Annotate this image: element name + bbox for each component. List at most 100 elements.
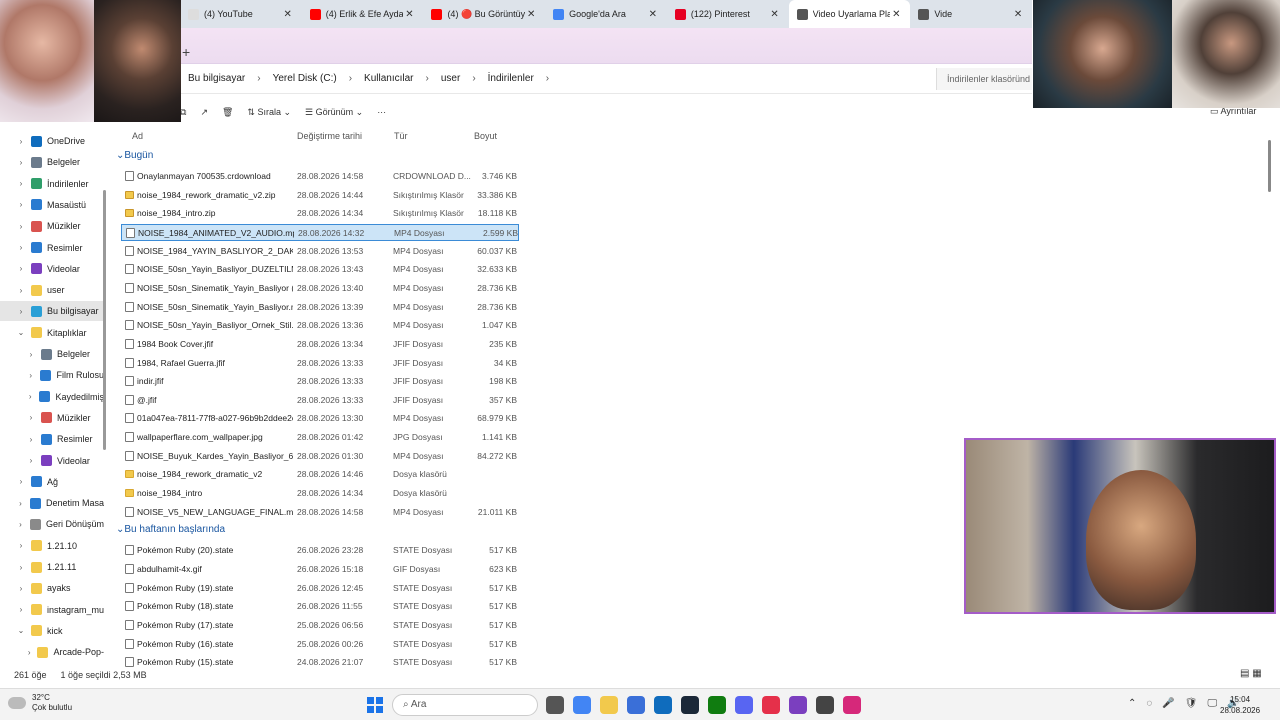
sidebar-item[interactable]: › Arcade-Pop-: [0, 642, 104, 662]
instagram-icon[interactable]: [843, 696, 861, 714]
sidebar-item[interactable]: › Resimler: [0, 429, 104, 449]
chevron-right-icon[interactable]: ›: [16, 307, 26, 316]
file-row[interactable]: Pokémon Ruby (19).state 26.08.2026 12:45 S…: [121, 580, 519, 597]
media-icon[interactable]: [762, 696, 780, 714]
sidebar-item[interactable]: › Videolar: [0, 451, 104, 471]
file-list-scrollbar[interactable]: [1268, 140, 1271, 192]
chevron-right-icon[interactable]: ›: [16, 200, 26, 209]
column-size[interactable]: Boyut: [474, 131, 497, 141]
file-explorer-icon[interactable]: [600, 696, 618, 714]
mail-icon[interactable]: [654, 696, 672, 714]
chevron-right-icon[interactable]: ›: [16, 541, 26, 550]
chevron-down-icon[interactable]: ⌄: [16, 626, 26, 635]
clock[interactable]: 15:04 28.08.2026: [1220, 694, 1260, 716]
sidebar-item[interactable]: › Denetim Masa: [0, 493, 104, 513]
file-row[interactable]: NOISE_50sn_Sinematik_Yayin_Basliyor (1).…: [121, 280, 519, 297]
file-row[interactable]: 1984 Book Cover.jfif 28.08.2026 13:34 JFIF…: [121, 336, 519, 353]
chrome-icon[interactable]: [573, 696, 591, 714]
breadcrumb-item[interactable]: Bu bilgisayar ›: [188, 73, 273, 84]
sidebar-item[interactable]: › Ağ: [0, 472, 104, 492]
start-button[interactable]: [367, 697, 383, 713]
close-icon[interactable]: ✕: [282, 9, 294, 20]
sidebar-item[interactable]: › Müzikler: [0, 408, 104, 428]
file-row[interactable]: NOISE_V5_NEW_LANGUAGE_FINAL.mp4 28.08.202…: [121, 504, 519, 521]
close-icon[interactable]: ✕: [525, 9, 537, 20]
chevron-right-icon[interactable]: ›: [16, 158, 26, 167]
discord-icon[interactable]: [735, 696, 753, 714]
close-icon[interactable]: ✕: [1012, 9, 1024, 20]
tray-icon[interactable]: 🛡: [1185, 698, 1198, 709]
sidebar-item[interactable]: › Film Rulosu: [0, 365, 104, 385]
tray-icon[interactable]: 🎤: [1162, 698, 1174, 709]
chevron-right-icon[interactable]: ›: [16, 520, 25, 529]
file-row[interactable]: Pokémon Ruby (16).state 25.08.2026 00:26 S…: [121, 636, 519, 653]
share-icon[interactable]: ↗: [200, 107, 208, 118]
chevron-down-icon[interactable]: ⌄: [116, 524, 124, 535]
close-icon[interactable]: ✕: [769, 9, 781, 20]
close-icon[interactable]: ✕: [890, 9, 902, 20]
close-icon[interactable]: ✕: [403, 9, 415, 20]
browser-tab[interactable]: (122) Pinterest ✕: [667, 0, 789, 28]
browser-tab[interactable]: Google'da Ara ✕: [545, 0, 667, 28]
breadcrumb-item[interactable]: İndirilenler ›: [488, 73, 561, 84]
sidebar-item[interactable]: ⌄ Kitaplıklar: [0, 323, 104, 343]
chevron-right-icon[interactable]: ›: [16, 605, 26, 614]
sidebar-item[interactable]: › ayaks: [0, 578, 104, 598]
chevron-right-icon[interactable]: ›: [16, 499, 25, 508]
browser-tab[interactable]: (4) YouTube ✕: [180, 0, 302, 28]
taskbar-search[interactable]: ⌕ Ara: [392, 694, 538, 716]
browser-tab[interactable]: Video Uyarlama Planı✕: [788, 0, 911, 28]
sidebar-item[interactable]: › Geri Dönüşüm: [0, 514, 104, 534]
weather-widget[interactable]: 32°C Çok bulutlu: [8, 693, 72, 713]
chevron-down-icon[interactable]: ⌄: [16, 328, 26, 337]
chevron-right-icon[interactable]: ›: [16, 286, 26, 295]
steam-icon[interactable]: [681, 696, 699, 714]
app-icon[interactable]: [789, 696, 807, 714]
file-row[interactable]: Onaylanmayan 700535.crdownload 28.08.2026…: [121, 168, 519, 185]
chevron-right-icon[interactable]: ›: [16, 264, 26, 273]
sidebar-item[interactable]: › user: [0, 280, 104, 300]
view-button[interactable]: ☰ Görünüm ⌄: [305, 107, 363, 118]
file-row[interactable]: Pokémon Ruby (18).state 26.08.2026 11:55 S…: [121, 598, 519, 615]
more-options-button[interactable]: ···: [377, 107, 386, 117]
explorer-search-input[interactable]: İndirilenler klasöründ: [936, 68, 1032, 90]
file-row[interactable]: NOISE_50sn_Yayin_Basliyor_DUZELTILMIS...…: [121, 261, 519, 278]
sidebar-item[interactable]: › instagram_mu: [0, 600, 104, 620]
file-row[interactable]: @.jfif 28.08.2026 13:33 JFIF Dosyası 357 KB: [121, 392, 519, 409]
task-view-icon[interactable]: [546, 696, 564, 714]
column-date[interactable]: Değiştirme tarihi: [297, 131, 362, 141]
file-row[interactable]: noise_1984_rework_dramatic_v2 28.08.2026 …: [121, 466, 519, 483]
sidebar-item[interactable]: › Videolar: [0, 259, 104, 279]
chevron-right-icon[interactable]: ›: [16, 179, 26, 188]
file-row[interactable]: 1984, Rafael Guerra.jfif 28.08.2026 13:33…: [121, 355, 519, 372]
file-row[interactable]: Pokémon Ruby (15).state 24.08.2026 21:07 S…: [121, 654, 519, 671]
file-row[interactable]: NOISE_1984_YAYIN_BASLIYOR_2_DAKIKA... 28.…: [121, 243, 519, 260]
xbox-icon[interactable]: [708, 696, 726, 714]
file-row[interactable]: noise_1984_intro.zip 28.08.2026 14:34 Sıkı…: [121, 205, 519, 222]
browser-tab[interactable]: (4) Erlik & Efe Aydal Sohb✕: [302, 0, 424, 28]
chevron-right-icon[interactable]: ›: [26, 413, 36, 422]
browser-tab[interactable]: Vide ✕: [910, 0, 1032, 28]
chevron-right-icon[interactable]: ›: [16, 137, 26, 146]
new-tab-button[interactable]: +: [182, 44, 190, 60]
sidebar-item[interactable]: › Masaüstü: [0, 195, 104, 215]
file-row[interactable]: noise_1984_rework_dramatic_v2.zip 28.08.2…: [121, 187, 519, 204]
chevron-right-icon[interactable]: ›: [16, 222, 26, 231]
store-icon[interactable]: [627, 696, 645, 714]
chevron-right-icon[interactable]: ›: [16, 563, 26, 572]
file-row[interactable]: NOISE_Buyuk_Kardes_Yayin_Basliyor_60s...…: [121, 448, 519, 465]
file-row[interactable]: Pokémon Ruby (17).state 25.08.2026 06:56 S…: [121, 617, 519, 634]
tray-icon[interactable]: ⌃: [1128, 698, 1136, 709]
breadcrumb-item[interactable]: Kullanıcılar ›: [364, 73, 441, 84]
sidebar-item[interactable]: › 1.21.10: [0, 536, 104, 556]
tray-icon[interactable]: ◌: [1146, 698, 1152, 709]
browser-tab[interactable]: (4) 🔴 Bu Görüntüyü İlk K✕: [423, 0, 545, 28]
obs-icon[interactable]: [816, 696, 834, 714]
sidebar-item[interactable]: › Bu bilgisayar: [0, 301, 104, 322]
file-row[interactable]: noise_1984_intro 28.08.2026 14:34 Dosya kl…: [121, 485, 519, 502]
group-header[interactable]: ⌄ Bugün: [116, 150, 153, 161]
column-name[interactable]: Ad: [132, 131, 143, 141]
sidebar-item[interactable]: › 1.21.11: [0, 557, 104, 577]
file-row[interactable]: 01a047ea-7811-77f8-a027-96b9b2ddee2c....…: [121, 410, 519, 427]
chevron-right-icon[interactable]: ›: [26, 435, 36, 444]
